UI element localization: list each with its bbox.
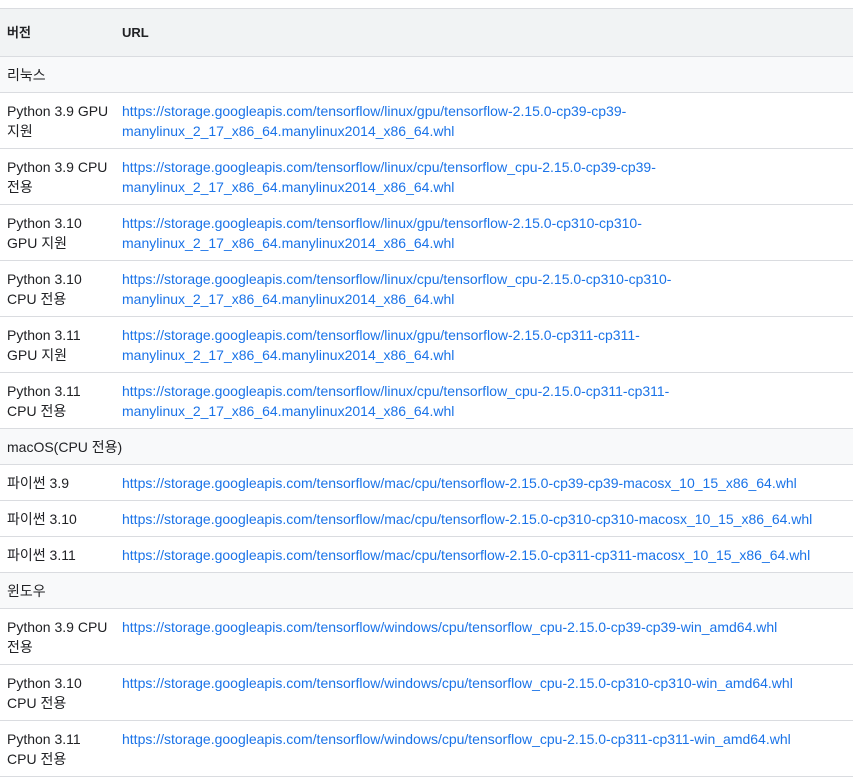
version-text: 파이썬 3.10 [7,510,77,527]
table-row: Python 3.10 GPU 지원 https://storage.googl… [0,205,853,261]
version-text: CPU 전용 [7,403,67,419]
section-row-linux: 리눅스 [0,57,853,93]
version-text: GPU 지원 [7,347,67,363]
version-text: 전용 [7,179,33,195]
table-row: Python 3.9 CPU 전용 https://storage.google… [0,609,853,665]
version-cell: Python 3.11 CPU 전용 [0,729,122,776]
url-cell: https://storage.googleapis.com/tensorflo… [122,617,853,664]
url-cell: https://storage.googleapis.com/tensorflo… [122,157,853,204]
download-link-text[interactable]: manylinux_2_17_x86_64.manylinux2014_x86_… [122,179,454,195]
version-cell: Python 3.10 CPU 전용 [0,673,122,720]
section-row-windows: 윈도우 [0,573,853,609]
download-link[interactable]: https://storage.googleapis.com/tensorflo… [122,509,853,529]
version-cell: Python 3.11 CPU 전용 [0,381,122,428]
url-cell: https://storage.googleapis.com/tensorflo… [122,269,853,316]
download-link[interactable]: https://storage.googleapis.com/tensorflo… [122,269,853,309]
version-text: GPU 지원 [7,235,67,251]
download-link-text[interactable]: manylinux_2_17_x86_64.manylinux2014_x86_… [122,291,454,307]
version-text: Python 3.9 CPU [7,159,108,175]
download-link-text[interactable]: https://storage.googleapis.com/tensorflo… [122,215,642,231]
table-row: Python 3.11 CPU 전용 https://storage.googl… [0,721,853,777]
version-text: CPU 전용 [7,695,67,711]
section-label: macOS(CPU 전용) [7,438,123,455]
table-row: 파이썬 3.11 https://storage.googleapis.com/… [0,537,853,573]
version-text: Python 3.9 GPU [7,103,109,119]
version-text: Python 3.9 CPU [7,619,108,635]
url-cell: https://storage.googleapis.com/tensorflo… [122,213,853,260]
download-link-text[interactable]: manylinux_2_17_x86_64.manylinux2014_x86_… [122,347,454,363]
table-row: Python 3.11 GPU 지원 https://storage.googl… [0,317,853,373]
download-link[interactable]: https://storage.googleapis.com/tensorflo… [122,545,853,565]
table-row: Python 3.10 CPU 전용 https://storage.googl… [0,665,853,721]
table-row: Python 3.9 GPU 지원 https://storage.google… [0,93,853,149]
download-link[interactable]: https://storage.googleapis.com/tensorflo… [122,729,853,749]
table-row: 파이썬 3.10 https://storage.googleapis.com/… [0,501,853,537]
version-text: Python 3.10 [7,271,82,287]
version-text: CPU 전용 [7,291,67,307]
url-cell: https://storage.googleapis.com/tensorflo… [122,545,853,565]
table-row: Python 3.10 CPU 전용 https://storage.googl… [0,261,853,317]
url-cell: https://storage.googleapis.com/tensorflo… [122,729,853,776]
download-link[interactable]: https://storage.googleapis.com/tensorflo… [122,617,853,637]
section-label: 윈도우 [7,582,46,599]
download-link-text[interactable]: manylinux_2_17_x86_64.manylinux2014_x86_… [122,123,454,139]
url-cell: https://storage.googleapis.com/tensorflo… [122,473,853,493]
url-cell: https://storage.googleapis.com/tensorflo… [122,101,853,148]
download-link-text[interactable]: manylinux_2_17_x86_64.manylinux2014_x86_… [122,235,454,251]
download-link[interactable]: https://storage.googleapis.com/tensorflo… [122,101,853,141]
section-row-macos: macOS(CPU 전용) [0,429,853,465]
version-cell: Python 3.11 GPU 지원 [0,325,122,372]
table-row: 파이썬 3.9 https://storage.googleapis.com/t… [0,465,853,501]
download-link[interactable]: https://storage.googleapis.com/tensorflo… [122,381,853,421]
version-cell: Python 3.9 CPU 전용 [0,617,122,664]
column-header-version: 버전 [7,24,31,40]
download-link-text[interactable]: https://storage.googleapis.com/tensorflo… [122,383,669,399]
version-text: Python 3.11 [7,327,81,343]
download-link-text[interactable]: https://storage.googleapis.com/tensorflo… [122,271,671,287]
version-text: Python 3.10 [7,675,82,691]
version-text: 파이썬 3.9 [7,474,69,491]
download-link[interactable]: https://storage.googleapis.com/tensorflo… [122,213,853,253]
version-text: 지원 [7,123,33,139]
version-text: 전용 [7,639,33,655]
version-text: CPU 전용 [7,751,67,767]
version-text: Python 3.10 [7,215,82,231]
download-link-text[interactable]: manylinux_2_17_x86_64.manylinux2014_x86_… [122,403,454,419]
version-cell: Python 3.10 CPU 전용 [0,269,122,316]
download-link-text[interactable]: https://storage.googleapis.com/tensorflo… [122,327,640,343]
section-label: 리눅스 [7,66,46,83]
version-cell: Python 3.9 CPU 전용 [0,157,122,204]
download-link[interactable]: https://storage.googleapis.com/tensorflo… [122,473,853,493]
download-table: 버전 URL 리눅스 Python 3.9 GPU 지원 https://sto… [0,8,853,777]
version-text: 파이썬 3.11 [7,546,76,563]
url-cell: https://storage.googleapis.com/tensorflo… [122,325,853,372]
download-link[interactable]: https://storage.googleapis.com/tensorflo… [122,325,853,365]
version-text: Python 3.11 [7,731,81,747]
download-link-text[interactable]: https://storage.googleapis.com/tensorflo… [122,159,656,175]
table-row: Python 3.9 CPU 전용 https://storage.google… [0,149,853,205]
download-link[interactable]: https://storage.googleapis.com/tensorflo… [122,157,853,197]
download-link-text[interactable]: https://storage.googleapis.com/tensorflo… [122,103,626,119]
url-cell: https://storage.googleapis.com/tensorflo… [122,673,853,720]
version-cell: Python 3.9 GPU 지원 [0,101,122,148]
column-header-url: URL [122,24,149,40]
download-link[interactable]: https://storage.googleapis.com/tensorflo… [122,673,853,693]
url-cell: https://storage.googleapis.com/tensorflo… [122,381,853,428]
table-header: 버전 URL [0,9,853,57]
table-row: Python 3.11 CPU 전용 https://storage.googl… [0,373,853,429]
version-cell: Python 3.10 GPU 지원 [0,213,122,260]
url-cell: https://storage.googleapis.com/tensorflo… [122,509,853,529]
version-text: Python 3.11 [7,383,81,399]
